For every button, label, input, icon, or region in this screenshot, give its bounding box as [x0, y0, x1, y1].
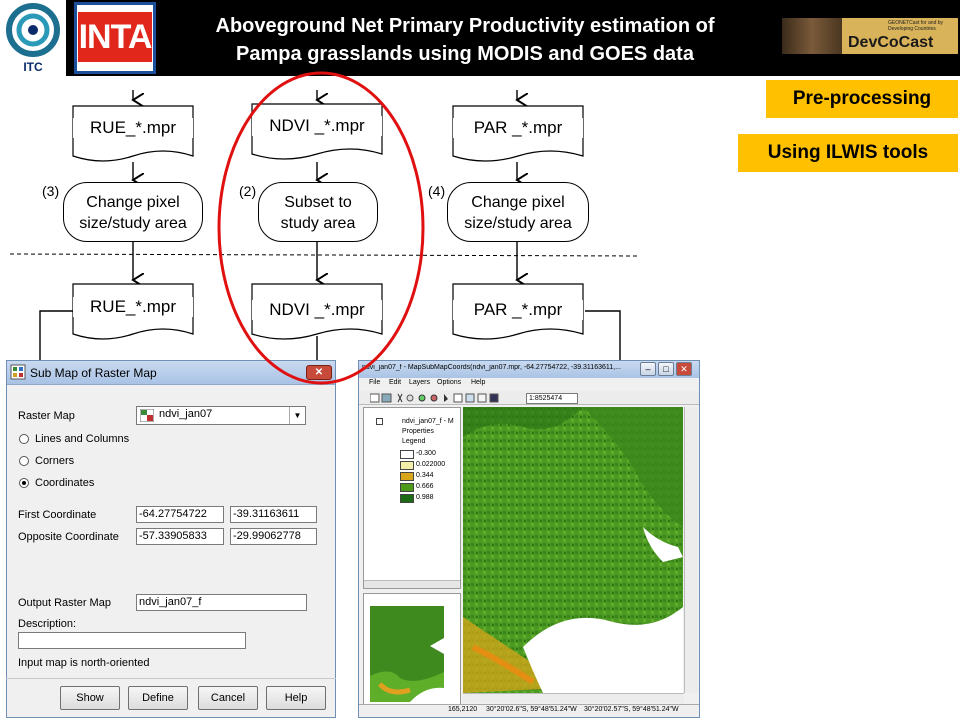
output-raster-map-input[interactable]: ndvi_jan07_f [136, 594, 307, 611]
layer-checkbox[interactable] [376, 418, 383, 425]
map-close-button[interactable]: ✕ [676, 362, 692, 376]
status-coord-2: 30°20'02.57"S, 59°48'51.24"W [584, 706, 679, 713]
map-vertical-scrollbar[interactable] [684, 407, 698, 693]
devcocast-logo-text: DevCoCast [848, 34, 934, 51]
toolbar-icons [370, 393, 499, 403]
radio-lines-columns-label: Lines and Columns [35, 433, 130, 445]
scale-input[interactable]: 1:8525474 [526, 393, 578, 404]
north-oriented-note: Input map is north-oriented [18, 657, 150, 669]
first-coordinate-x-input[interactable]: -64.27754722 [136, 506, 224, 523]
opposite-coordinate-y-input[interactable]: -29.99062778 [230, 528, 317, 545]
process-line: Change pixel [471, 194, 565, 211]
process-change-pixel-par: Change pixel size/study area [447, 182, 589, 242]
radio-corners[interactable] [19, 456, 29, 466]
process-line: size/study area [79, 215, 187, 232]
output-raster-map-label: Output Raster Map [18, 597, 111, 609]
tree-scrollbar[interactable] [364, 580, 460, 588]
doc-rue-top: RUE_*.mpr [73, 118, 193, 138]
inta-logo-text: INTA [78, 12, 152, 62]
legend-value-0: -0.300 [416, 450, 436, 457]
tree-legend-item[interactable]: Legend [402, 438, 425, 445]
description-label: Description: [18, 618, 77, 630]
define-button[interactable]: Define [128, 686, 188, 710]
tree-root-item[interactable]: ndvi_jan07_f - M [402, 418, 454, 425]
radio-coordinates[interactable] [19, 478, 29, 488]
raster-map-label: Raster Map [18, 410, 75, 422]
doc-par-top: PAR _*.mpr [453, 118, 583, 138]
maximize-button[interactable]: □ [658, 362, 674, 376]
overview-map[interactable] [370, 606, 444, 702]
legend-swatch-4 [400, 494, 414, 503]
slide-title-line1: Aboveground Net Primary Productivity est… [215, 15, 715, 37]
itc-logo-text: ITC [23, 60, 43, 74]
first-coordinate-y-input[interactable]: -39.31163611 [230, 506, 317, 523]
process-line: size/study area [464, 215, 572, 232]
legend-value-3: 0.666 [416, 483, 434, 490]
menu-options[interactable]: Options [437, 379, 461, 386]
opposite-coordinate-x-input[interactable]: -57.33905833 [136, 528, 224, 545]
submap-title: Sub Map of Raster Map [30, 366, 157, 380]
raster-map-value: ndvi_jan07 [159, 408, 213, 420]
radio-coordinates-label: Coordinates [35, 477, 95, 489]
devcocast-tagline-2: Developing Countries [888, 26, 936, 32]
status-rowcol: 165,2120 [448, 706, 478, 713]
help-button[interactable]: Help [266, 686, 326, 710]
radio-corners-label: Corners [35, 455, 75, 467]
ndvi-map-canvas[interactable] [463, 407, 683, 693]
doc-par-bottom: PAR _*.mpr [453, 300, 583, 320]
opposite-coordinate-label: Opposite Coordinate [18, 531, 119, 543]
tree-properties-item[interactable]: Properties [402, 428, 434, 435]
legend-swatch-2 [400, 472, 414, 481]
minimize-button[interactable]: – [640, 362, 656, 376]
legend-swatch-1 [400, 461, 414, 470]
description-input[interactable] [18, 632, 246, 649]
map-horizontal-scrollbar[interactable] [463, 693, 684, 703]
radio-lines-columns[interactable] [19, 434, 29, 444]
raster-map-select[interactable]: ndvi_jan07 [136, 406, 306, 425]
process-number-3: (3) [42, 183, 60, 199]
doc-rue-bottom: RUE_*.mpr [73, 297, 193, 317]
cancel-button[interactable]: Cancel [198, 686, 258, 710]
legend-value-4: 0.988 [416, 494, 434, 501]
highlight-ellipse [217, 71, 425, 385]
process-line: Change pixel [86, 194, 180, 211]
legend-value-2: 0.344 [416, 472, 434, 479]
slide-title-line2: Pampa grasslands using MODIS and GOES da… [236, 43, 694, 65]
button-divider [6, 678, 336, 679]
process-change-pixel-rue: Change pixel size/study area [63, 182, 203, 242]
ilwis-app-icon [10, 364, 26, 380]
first-coordinate-label: First Coordinate [18, 509, 97, 521]
radio-selected-dot [22, 481, 26, 485]
status-coord-1: 30°20'02.6"S, 59°48'51.24"W [486, 706, 577, 713]
menu-help[interactable]: Help [471, 379, 485, 386]
legend-value-1: 0.022000 [416, 461, 446, 468]
itc-globe-icon [6, 3, 60, 57]
chevron-down-icon[interactable]: ▼ [289, 407, 305, 424]
legend-swatch-0 [400, 450, 414, 459]
raster-map-icon [140, 409, 154, 422]
devcocast-photo [782, 18, 842, 54]
process-number-4: (4) [428, 183, 446, 199]
legend-swatch-3 [400, 483, 414, 492]
show-button[interactable]: Show [60, 686, 120, 710]
